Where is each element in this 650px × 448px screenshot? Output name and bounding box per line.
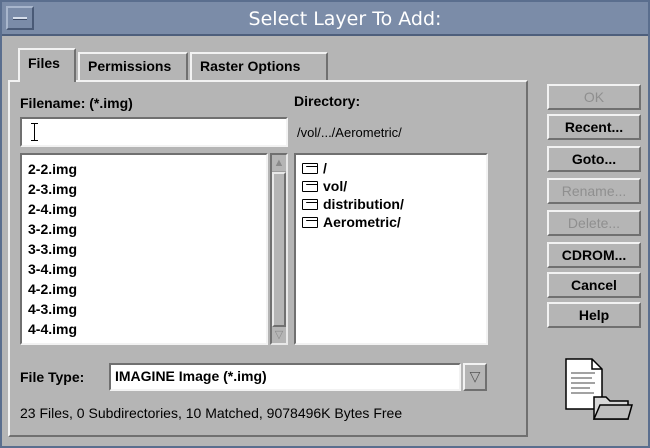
document-folder-icon bbox=[565, 358, 633, 420]
chevron-down-icon: ▽ bbox=[469, 368, 481, 384]
filename-input[interactable] bbox=[20, 117, 288, 147]
file-list-item[interactable]: 4-4.img bbox=[28, 319, 266, 339]
tab-raster-options[interactable]: Raster Options bbox=[190, 52, 328, 80]
status-text: 23 Files, 0 Subdirectories, 10 Matched, … bbox=[20, 405, 403, 421]
scroll-up-arrow-icon[interactable]: ▲ bbox=[272, 155, 286, 171]
file-list-scrollbar[interactable]: ▲ ▽ bbox=[270, 153, 288, 345]
goto-button[interactable]: Goto... bbox=[547, 146, 641, 172]
tab-files[interactable]: Files bbox=[18, 48, 76, 82]
file-list-item[interactable]: 3-2.img bbox=[28, 219, 266, 239]
file-list-item[interactable]: 4-3.img bbox=[28, 299, 266, 319]
file-list-item[interactable]: 3-4.img bbox=[28, 259, 266, 279]
rename-button[interactable]: Rename... bbox=[547, 178, 641, 204]
directory-label: Directory: bbox=[294, 93, 361, 109]
delete-button[interactable]: Delete... bbox=[547, 210, 641, 236]
file-list-item[interactable]: 2-4.img bbox=[28, 199, 266, 219]
file-list-item[interactable]: 2-3.img bbox=[28, 179, 266, 199]
directory-list[interactable]: / vol/ distribution/ Aerometric/ bbox=[294, 153, 488, 345]
directory-item[interactable]: vol/ bbox=[302, 177, 486, 195]
file-type-field[interactable]: IMAGINE Image (*.img) bbox=[109, 363, 461, 391]
window-menu-icon bbox=[13, 17, 27, 20]
file-list[interactable]: 2-2.img 2-3.img 2-4.img 3-2.img 3-3.img … bbox=[20, 153, 268, 345]
cdrom-button[interactable]: CDROM... bbox=[547, 242, 641, 268]
file-list-item[interactable]: 2-2.img bbox=[28, 159, 266, 179]
scroll-down-arrow-icon[interactable]: ▽ bbox=[272, 327, 286, 343]
cancel-button[interactable]: Cancel bbox=[547, 272, 641, 298]
ok-button[interactable]: OK bbox=[547, 84, 641, 110]
window-menu-button[interactable] bbox=[6, 6, 34, 30]
title-bar[interactable]: Select Layer To Add: bbox=[2, 2, 648, 36]
text-cursor bbox=[31, 123, 38, 141]
folder-icon bbox=[302, 163, 318, 174]
file-type-label: File Type: bbox=[20, 369, 85, 385]
scrollbar-thumb[interactable] bbox=[272, 172, 286, 327]
folder-icon bbox=[302, 181, 318, 192]
directory-item[interactable]: Aerometric/ bbox=[302, 213, 486, 231]
filename-label: Filename: (*.img) bbox=[20, 95, 133, 111]
directory-path: /vol/.../Aerometric/ bbox=[297, 125, 402, 140]
directory-item[interactable]: distribution/ bbox=[302, 195, 486, 213]
file-type-dropdown-button[interactable]: ▽ bbox=[463, 363, 487, 391]
window-title: Select Layer To Add: bbox=[248, 8, 442, 30]
tab-permissions[interactable]: Permissions bbox=[78, 52, 188, 80]
folder-icon bbox=[302, 217, 318, 228]
directory-item[interactable]: / bbox=[302, 159, 486, 177]
help-button[interactable]: Help bbox=[547, 302, 641, 328]
file-list-item[interactable]: 4-2.img bbox=[28, 279, 266, 299]
file-list-item[interactable]: 3-3.img bbox=[28, 239, 266, 259]
recent-button[interactable]: Recent... bbox=[547, 114, 641, 140]
folder-icon bbox=[302, 199, 318, 210]
